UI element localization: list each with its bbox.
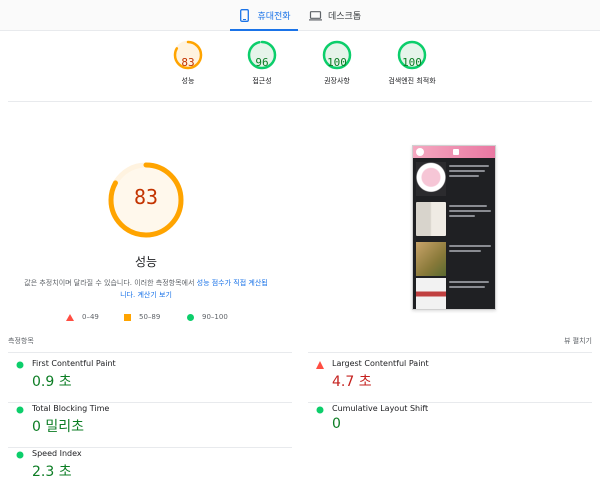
thumbnail-image xyxy=(416,202,446,236)
metric-name: Cumulative Layout Shift xyxy=(332,404,429,413)
metric-name: Speed Index xyxy=(32,449,82,458)
screenshot-header xyxy=(413,146,495,158)
metric-tbt: Total Blocking Time 0 밀리초 xyxy=(8,402,292,448)
gauge-label: 검색엔진 최적화 xyxy=(388,77,436,85)
screenshot-item xyxy=(416,278,494,309)
metric-speed-index: Speed Index 2.3 초 xyxy=(8,447,292,488)
gauge-score: 83 xyxy=(181,56,195,69)
gauge-score: 96 xyxy=(255,56,269,69)
expand-view-toggle[interactable]: 뷰 펼치기 xyxy=(564,336,592,346)
legend-good: 90–100 xyxy=(187,313,228,321)
gauge-label: 성능 xyxy=(181,77,195,85)
metric-value: 0 xyxy=(332,416,341,432)
triangle-icon xyxy=(66,313,74,321)
screenshot-item xyxy=(416,202,494,238)
legend-poor: 0–49 xyxy=(66,313,99,321)
laptop-icon xyxy=(308,9,322,23)
performance-score: 83 xyxy=(133,185,159,209)
score-summary: 83 성능 96 접근성 100 권장사항 100 검색엔진 최적화 xyxy=(0,31,600,101)
mobile-phone-icon xyxy=(237,9,251,23)
legend-average: 50–89 xyxy=(124,313,160,321)
circle-icon xyxy=(187,313,194,321)
gauge-label: 권장사항 xyxy=(324,77,350,85)
gauge-score: 100 xyxy=(327,56,347,69)
metric-name: First Contentful Paint xyxy=(32,359,116,368)
gauge-performance[interactable]: 83 성능 xyxy=(148,40,228,86)
good-circle-icon xyxy=(16,361,24,369)
poor-triangle-icon xyxy=(316,361,324,369)
screenshot-item xyxy=(416,242,494,278)
page-screenshot-thumbnail[interactable] xyxy=(412,145,496,310)
site-logo-icon xyxy=(416,148,424,156)
thumbnail-image xyxy=(416,162,446,196)
thumbnail-image xyxy=(416,242,446,276)
screenshot-item xyxy=(416,162,494,198)
metric-lcp: Largest Contentful Paint 4.7 초 xyxy=(308,357,592,403)
performance-note: 값은 추정치이며 달라질 수 있습니다. 이러한 측정항목에서 성능 점수가 직… xyxy=(8,277,284,301)
metric-value: 2.3 초 xyxy=(32,464,72,480)
metric-value: 0.9 초 xyxy=(32,374,72,390)
gauge-score: 100 xyxy=(402,56,422,69)
legend-good-label: 90–100 xyxy=(202,313,228,321)
note-text: 값은 추정치이며 달라질 수 있습니다. 이러한 측정항목에서 xyxy=(24,279,197,287)
metrics-header: 측정항목 뷰 펼치기 xyxy=(8,336,592,353)
summary-divider xyxy=(8,101,592,102)
menu-icon xyxy=(453,149,459,155)
performance-title: 성능 xyxy=(134,255,158,269)
tab-desktop[interactable]: 데스크톱 xyxy=(308,0,376,31)
thumbnail-image xyxy=(416,278,446,309)
performance-gauge: 83 xyxy=(106,160,186,240)
metric-cls: Cumulative Layout Shift 0 xyxy=(308,402,592,448)
gauge-seo[interactable]: 100 검색엔진 최적화 xyxy=(372,40,452,86)
metric-value: 0 밀리초 xyxy=(32,419,84,435)
metrics-title: 측정항목 xyxy=(8,337,34,345)
tab-mobile[interactable]: 휴대전화 xyxy=(230,0,298,31)
metric-name: Total Blocking Time xyxy=(32,404,110,413)
gauge-label: 접근성 xyxy=(252,77,272,85)
tab-desktop-label: 데스크톱 xyxy=(328,12,362,22)
score-link-cont[interactable]: 니다. xyxy=(120,291,135,299)
legend-average-label: 50–89 xyxy=(139,313,161,321)
score-legend: 0–49 50–89 90–100 xyxy=(60,313,260,325)
score-link[interactable]: 성능 점수가 직접 계산됩 xyxy=(197,279,268,287)
device-tabs: 휴대전화 데스크톱 xyxy=(0,0,600,31)
good-circle-icon xyxy=(316,406,324,414)
legend-poor-label: 0–49 xyxy=(82,313,99,321)
tab-mobile-label: 휴대전화 xyxy=(257,12,291,22)
metric-value: 4.7 초 xyxy=(332,374,372,390)
good-circle-icon xyxy=(16,451,24,459)
square-icon xyxy=(124,313,131,321)
metric-name: Largest Contentful Paint xyxy=(332,359,429,368)
calculator-link[interactable]: 계산기 보기 xyxy=(137,291,171,299)
gauge-best-practices[interactable]: 100 권장사항 xyxy=(297,40,377,86)
gauge-accessibility[interactable]: 96 접근성 xyxy=(222,40,302,86)
metric-fcp: First Contentful Paint 0.9 초 xyxy=(8,357,292,403)
good-circle-icon xyxy=(16,406,24,414)
